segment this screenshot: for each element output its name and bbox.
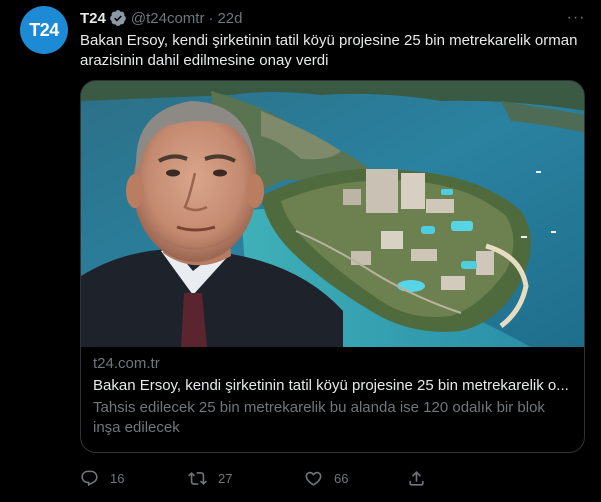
retweet-button[interactable]: 27 [188,469,232,488]
reply-icon [81,470,98,486]
card-image-photo [81,81,584,347]
link-card[interactable]: t24.com.tr Bakan Ersoy, kendi şirketinin… [80,80,585,453]
like-button[interactable]: 66 [304,469,348,488]
card-description: Tahsis edilecek 25 bin metrekarelik bu a… [93,399,545,436]
reply-count: 16 [110,470,125,486]
handle[interactable]: @t24comtr [131,10,205,27]
more-icon[interactable]: ··· [565,8,587,28]
avatar[interactable]: T24 [20,6,68,54]
card-title[interactable]: Bakan Ersoy, kendi şirketinin tatil köyü… [93,376,573,396]
verified-badge-icon [109,10,126,26]
separator-dot: · [208,9,214,27]
tweet-header: T24 @t24comtr · 22d [80,8,242,28]
heart-icon [305,471,322,486]
card-image [81,81,584,347]
tweet[interactable]: T24 T24 @t24comtr · 22d ··· Bakan Ersoy,… [0,0,601,502]
card-domain: t24.com.tr [93,355,160,372]
retweet-count: 27 [218,470,233,486]
reply-button[interactable]: 16 [80,469,124,488]
card-meta: t24.com.tr Bakan Ersoy, kendi şirketinin… [93,354,573,438]
tweet-text: Bakan Ersoy, kendi şirketinin tatil köyü… [80,32,578,69]
action-bar: 16 27 66 [80,466,540,490]
avatar-logo-text: T24 [29,19,59,40]
display-name[interactable]: T24 [80,10,106,27]
timestamp[interactable]: 22d [217,10,242,27]
like-count: 66 [334,470,349,486]
retweet-icon [188,471,207,485]
share-icon [409,470,424,486]
share-button[interactable] [407,469,426,488]
